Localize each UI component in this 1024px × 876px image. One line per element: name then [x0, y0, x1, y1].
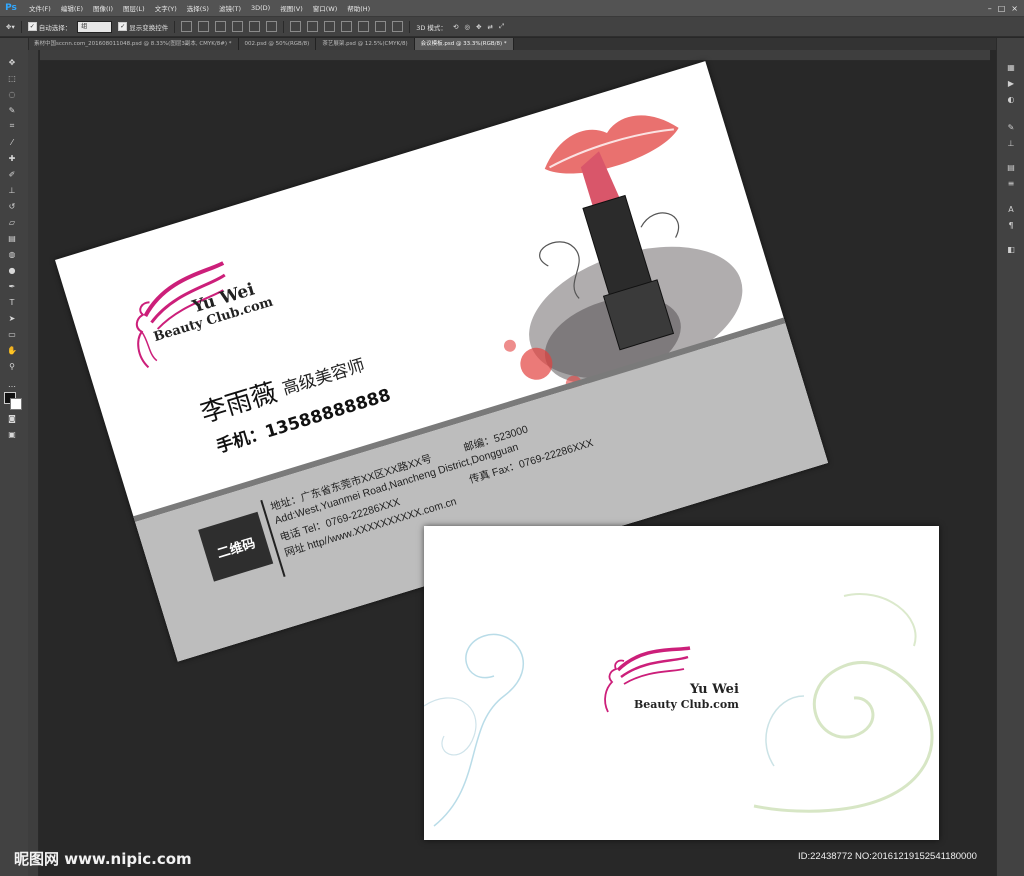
brush-tool-icon[interactable]: ✐ [5, 168, 19, 180]
actions-panel-icon[interactable]: ▶ [1005, 78, 1017, 89]
eraser-tool-icon[interactable]: ▱ [5, 216, 19, 228]
distribute-right-icon[interactable] [375, 21, 387, 32]
menu-item-3d[interactable]: 3D(D) [246, 4, 275, 12]
right-panel-dock: ▦ ▶ ◐ ✎ ⊥ ▤ ≡ A ¶ ◧ [996, 38, 1024, 876]
hand-tool-icon[interactable]: ✋ [5, 344, 19, 356]
swirl-decoration-left-icon [424, 633, 525, 827]
align-bottom-icon[interactable] [215, 21, 227, 32]
marquee-tool-icon[interactable]: ⬚ [5, 72, 19, 84]
menu-item-image[interactable]: 图像(I) [88, 3, 118, 13]
quick-mask-icon[interactable]: ◙ [5, 412, 19, 424]
menu-item-edit[interactable]: 编辑(E) [56, 3, 88, 13]
screen-mode-icon[interactable]: ▣ [5, 428, 19, 440]
character-panel-icon[interactable]: A [1005, 204, 1017, 215]
move-tool-icon[interactable]: ✥▾ [6, 23, 15, 31]
align-right-icon[interactable] [266, 21, 278, 32]
menu-item-help[interactable]: 帮助(H) [342, 3, 375, 13]
crop-tool-icon[interactable]: ⌗ [5, 120, 19, 132]
shape-tool-icon[interactable]: ▭ [5, 328, 19, 340]
gradient-tool-icon[interactable]: ▤ [5, 232, 19, 244]
pen-tool-icon[interactable]: ✒ [5, 280, 19, 292]
checkbox-icon: ✓ [27, 22, 37, 31]
eyedropper-tool-icon[interactable]: ⁄ [5, 136, 19, 148]
distribute-left-icon[interactable] [341, 21, 353, 32]
background-color-swatch[interactable] [10, 398, 22, 410]
clone-stamp-tool-icon[interactable]: ⊥ [5, 184, 19, 196]
auto-select-label: 自动选择： [38, 23, 72, 32]
lasso-tool-icon[interactable]: ◌ [5, 88, 19, 100]
dodge-tool-icon[interactable]: ● [5, 264, 19, 276]
separator [283, 20, 285, 33]
menu-item-layer[interactable]: 图层(L) [118, 3, 150, 13]
3d-slide-icon[interactable]: ⇄ [488, 23, 493, 31]
menu-item-select[interactable]: 选择(S) [182, 3, 214, 13]
menu-bar: Ps 文件(F) 编辑(E) 图像(I) 图层(L) 文字(Y) 选择(S) 滤… [0, 0, 1024, 17]
clone-source-panel-icon[interactable]: ⊥ [1005, 138, 1017, 149]
3d-panel-icon[interactable]: ◧ [1005, 244, 1017, 255]
auto-select-checkbox[interactable]: ✓ 自动选择： [27, 22, 72, 32]
show-transform-label: 显示变换控件 [129, 23, 169, 32]
site-watermark: 昵图网 www.nipic.com [14, 850, 192, 868]
brand-name-top: Yu Wei [690, 682, 739, 697]
distribute-middle-icon[interactable] [307, 21, 319, 32]
distribute-top-icon[interactable] [290, 21, 302, 32]
business-card-back[interactable]: Yu Wei Beauty Club.com [424, 526, 939, 840]
brand-name-bottom: Beauty Club.com [634, 698, 739, 711]
brush-panel-icon[interactable]: ✎ [1005, 122, 1017, 133]
align-middle-icon[interactable] [198, 21, 210, 32]
doc-tab-3[interactable]: 茶艺展架.psd @ 12.5%(CMYK/8) [316, 38, 415, 50]
3d-roll-icon[interactable]: ◎ [464, 23, 470, 31]
swirl-decoration-right-icon [753, 593, 934, 813]
doc-tab-1[interactable]: 素材中国sccnn.com_20160801104​8.psd @ 8.33%(… [28, 38, 239, 50]
type-tool-icon[interactable]: T [5, 296, 19, 308]
3d-scale-icon[interactable]: ⤢ [499, 22, 504, 31]
quick-select-tool-icon[interactable]: ✎ [5, 104, 19, 116]
move-tool-icon[interactable]: ✥ [5, 56, 19, 68]
distribute-bottom-icon[interactable] [324, 21, 336, 32]
menu-item-filter[interactable]: 滤镜(T) [214, 3, 246, 13]
horizontal-ruler [40, 50, 990, 61]
menu-item-window[interactable]: 窗口(W) [308, 3, 343, 13]
zoom-tool-icon[interactable]: ⚲ [5, 360, 19, 372]
align-top-icon[interactable] [181, 21, 193, 32]
3d-rotate-icon[interactable]: ⟲ [453, 23, 458, 31]
options-bar: ✥▾ ✓ 自动选择： 组 ✓ 显示变换控件 3D 模式： ⟲ ◎ ✥ ⇄ ⤢ [0, 17, 1024, 37]
separator [174, 20, 176, 33]
show-transform-checkbox[interactable]: ✓ 显示变换控件 [118, 22, 168, 32]
close-icon[interactable]: × [1011, 4, 1018, 13]
path-select-tool-icon[interactable]: ➤ [5, 312, 19, 324]
maximize-icon[interactable]: □ [998, 4, 1006, 13]
minimize-icon[interactable]: – [988, 4, 992, 13]
menu-item-file[interactable]: 文件(F) [24, 3, 56, 13]
adjustments-panel-icon[interactable]: ◐ [1005, 94, 1017, 105]
auto-select-dropdown[interactable]: 组 [77, 20, 113, 33]
paragraph-panel-icon[interactable]: ¶ [1005, 220, 1017, 231]
3d-mode-label: 3D 模式： [416, 23, 447, 32]
history-panel-icon[interactable]: ▦ [1005, 62, 1017, 73]
distribute-center-icon[interactable] [358, 21, 370, 32]
channels-panel-icon[interactable]: ≡ [1005, 178, 1017, 189]
image-id-label: ID:22438772 NO:20161219152541180000 [798, 851, 977, 862]
tools-panel: ✥ ⬚ ◌ ✎ ⌗ ⁄ ✚ ✐ ⊥ ↺ ▱ ▤ ◍ ● ✒ T ➤ ▭ ✋ ⚲ … [0, 38, 29, 876]
separator [20, 20, 22, 33]
history-brush-tool-icon[interactable]: ↺ [5, 200, 19, 212]
healing-brush-tool-icon[interactable]: ✚ [5, 152, 19, 164]
more-tools-icon[interactable]: … [5, 378, 19, 390]
auto-align-icon[interactable] [392, 21, 404, 32]
menu-item-type[interactable]: 文字(Y) [150, 3, 182, 13]
separator [409, 20, 411, 33]
menu-item-view[interactable]: 视图(V) [275, 3, 308, 13]
app-logo: Ps [5, 3, 17, 13]
align-left-icon[interactable] [232, 21, 244, 32]
doc-tab-2[interactable]: 002.psd @ 50%(RGB/8) [238, 38, 317, 50]
checkbox-icon: ✓ [118, 22, 128, 31]
3d-pan-icon[interactable]: ✥ [476, 23, 481, 31]
layers-panel-icon[interactable]: ▤ [1005, 162, 1017, 173]
document-tabs: 素材中国sccnn.com_20160801104​8.psd @ 8.33%(… [28, 38, 1024, 50]
doc-tab-4-active[interactable]: 会议模板.psd @ 33.3%(RGB/8) * [414, 38, 514, 50]
vertical-ruler [28, 50, 39, 876]
blur-tool-icon[interactable]: ◍ [5, 248, 19, 260]
align-center-icon[interactable] [249, 21, 261, 32]
